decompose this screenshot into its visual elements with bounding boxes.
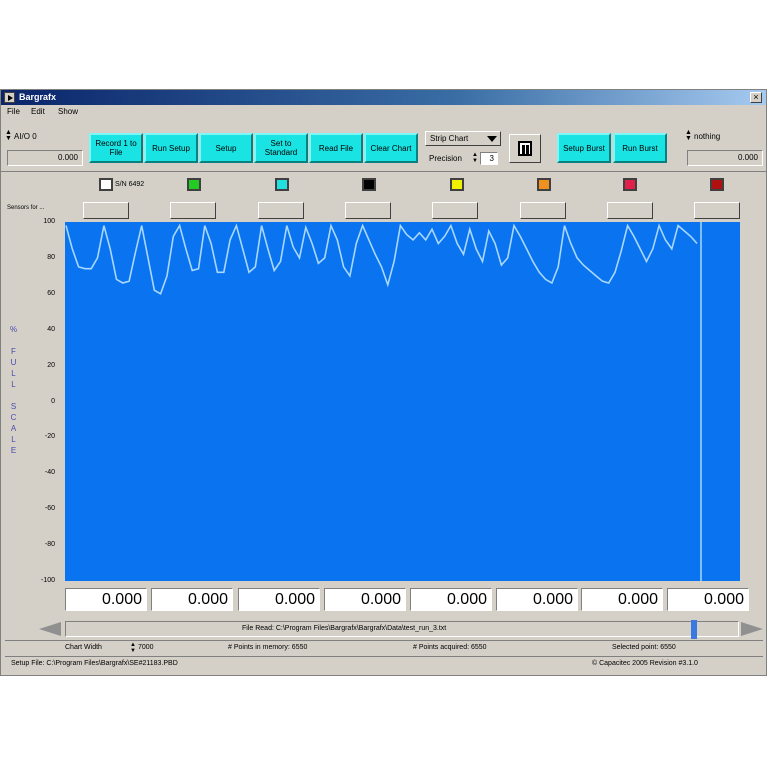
precision-control: Precision ▲ ▼ 3 [425, 152, 501, 166]
selected-point: Selected point: 6550 [612, 644, 676, 651]
serial-number-label: S/N 6492 [115, 181, 145, 188]
chart-width-spinner-icon[interactable]: ▲ ▼ [130, 642, 136, 654]
y-tick-label: -20 [44, 433, 55, 440]
setup-file-path: Setup File: C:\Program Files\Bargrafx\SE… [11, 660, 178, 667]
scroll-right-icon[interactable] [741, 622, 763, 636]
title-bar[interactable]: Bargrafx × [1, 90, 766, 105]
strip-chart-plot[interactable] [65, 222, 740, 581]
channel-5-value: 0.000 [410, 588, 492, 611]
channel-2-color-swatch[interactable] [187, 178, 201, 191]
y-tick-label: -80 [44, 541, 55, 548]
y-tick-label: -40 [44, 469, 55, 476]
right-channel-selector[interactable]: ▲ ▼ nothing [685, 129, 763, 143]
channel-2-value: 0.000 [151, 588, 233, 611]
channel-1-sensor-button[interactable] [83, 202, 129, 219]
points-acquired: # Points acquired: 6550 [413, 644, 487, 651]
menu-file[interactable]: File [7, 107, 20, 116]
setup-burst-button[interactable]: Setup Burst [557, 133, 611, 163]
right-channel-value: 0.000 [687, 150, 763, 166]
menu-bar: File Edit Show [1, 106, 766, 118]
clear-chart-button[interactable]: Clear Chart [364, 133, 418, 163]
left-channel-name: AI/O 0 [14, 132, 37, 141]
y-tick-label: -60 [44, 505, 55, 512]
channel-8-sensor-button[interactable] [694, 202, 740, 219]
y-tick-label: 100 [43, 218, 55, 225]
channel-5-color-swatch[interactable] [450, 178, 464, 191]
y-tick-label: -100 [40, 577, 55, 584]
right-channel-name: nothing [694, 132, 721, 141]
chart-width-label: Chart Width [65, 644, 102, 651]
chevron-down-icon [487, 136, 497, 142]
chart-mode-dropdown[interactable]: Strip Chart [425, 131, 501, 146]
setup-button[interactable]: Setup [199, 133, 253, 163]
left-channel-value: 0.000 [7, 150, 83, 166]
precision-spinner-icon[interactable]: ▲ ▼ [472, 152, 478, 164]
channel-6-value: 0.000 [496, 588, 578, 611]
file-read-scrollbar[interactable]: File Read: C:\Program Files\Bargrafx\Bar… [65, 621, 739, 637]
app-icon [4, 92, 15, 103]
channel-6-color-swatch[interactable] [537, 178, 551, 191]
footer-bar: Setup File: C:\Program Files\Bargrafx\SE… [5, 656, 763, 671]
channel-6-sensor-button[interactable] [520, 202, 566, 219]
toolbar-divider [1, 171, 766, 172]
channel-1-color-swatch[interactable] [99, 178, 113, 191]
precision-label: Precision [429, 154, 462, 163]
pause-button[interactable] [509, 134, 541, 163]
menu-edit[interactable]: Edit [31, 107, 45, 116]
y-tick-label: 0 [51, 398, 55, 405]
y-tick-label: 40 [47, 326, 55, 333]
channel-3-color-swatch[interactable] [275, 178, 289, 191]
menu-show[interactable]: Show [58, 107, 78, 116]
chart-mode-value: Strip Chart [430, 134, 469, 143]
channel-7-sensor-button[interactable] [607, 202, 653, 219]
left-channel-selector[interactable]: ▲ ▼ AI/O 0 [5, 129, 85, 143]
scroll-thumb[interactable] [691, 620, 697, 639]
scroll-left-icon[interactable] [39, 622, 61, 636]
channel-3-value: 0.000 [238, 588, 320, 611]
pause-icon [518, 141, 532, 156]
right-spinner-icon[interactable]: ▲ ▼ [685, 129, 692, 142]
sensors-label: Sensors for ... [7, 205, 45, 211]
window-title: Bargrafx [19, 92, 57, 102]
strip-chart-svg [65, 222, 702, 581]
status-bar: Chart Width ▲ ▼ 7000 # Points in memory: … [5, 640, 763, 655]
points-in-memory: # Points in memory: 6550 [228, 644, 308, 651]
precision-value[interactable]: 3 [480, 152, 498, 165]
copyright-text: © Capacitec 2005 Revision #3.1.0 [592, 660, 698, 667]
y-axis-label: % FULL SCALE [9, 325, 18, 457]
run-setup-button[interactable]: Run Setup [144, 133, 198, 163]
channel-2-sensor-button[interactable] [170, 202, 216, 219]
file-read-path: File Read: C:\Program Files\Bargrafx\Bar… [242, 625, 447, 632]
y-tick-label: 60 [47, 290, 55, 297]
close-icon[interactable]: × [750, 92, 762, 103]
channel-8-value: 0.000 [667, 588, 749, 611]
series-line-0 [65, 222, 698, 295]
channel-4-color-swatch[interactable] [362, 178, 376, 191]
channel-4-sensor-button[interactable] [345, 202, 391, 219]
channel-7-value: 0.000 [581, 588, 663, 611]
app-window: Bargrafx × File Edit Show ▲ ▼ AI/O 0 0.00… [0, 89, 767, 676]
channel-5-sensor-button[interactable] [432, 202, 478, 219]
record-to-file-button[interactable]: Record 1 to File [89, 133, 143, 163]
set-to-standard-button[interactable]: Set to Standard [254, 133, 308, 163]
channel-4-value: 0.000 [324, 588, 406, 611]
channel-8-color-swatch[interactable] [710, 178, 724, 191]
y-tick-label: 20 [47, 362, 55, 369]
run-burst-button[interactable]: Run Burst [613, 133, 667, 163]
channel-spinner-icon[interactable]: ▲ ▼ [5, 129, 12, 142]
chart-width-value[interactable]: 7000 [138, 644, 154, 651]
channel-7-color-swatch[interactable] [623, 178, 637, 191]
channel-1-value: 0.000 [65, 588, 147, 611]
read-file-button[interactable]: Read File [309, 133, 363, 163]
y-tick-label: 80 [47, 254, 55, 261]
channel-3-sensor-button[interactable] [258, 202, 304, 219]
